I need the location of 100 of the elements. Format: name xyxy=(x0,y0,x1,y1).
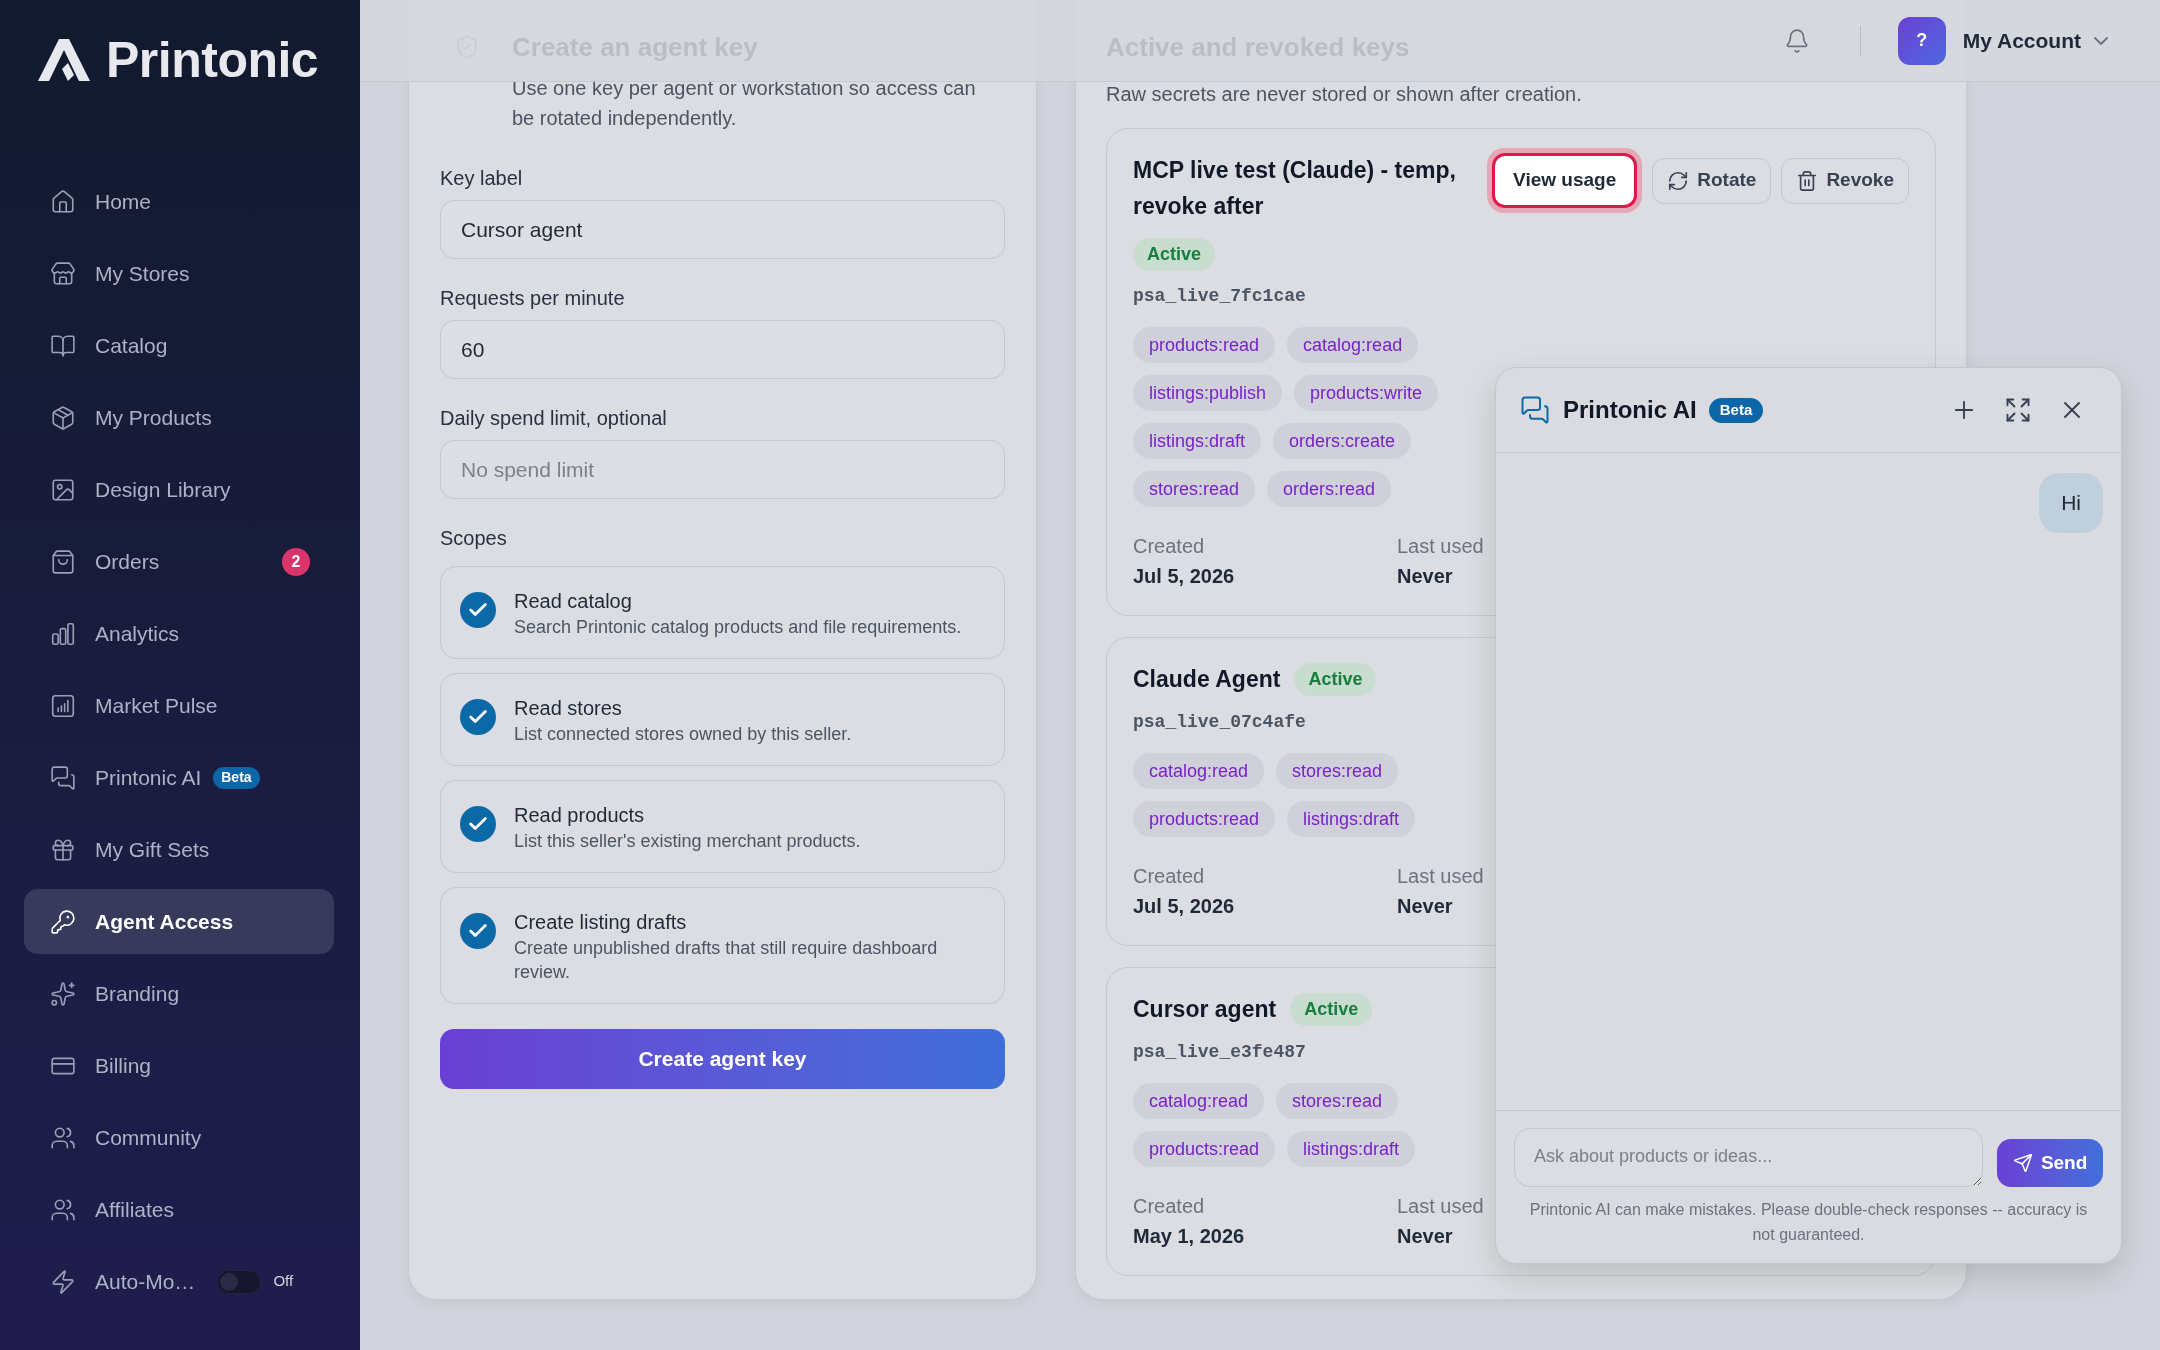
key-prefix: psa_live_07c4afe xyxy=(1133,711,1306,734)
key-prefix: psa_live_7fc1cae xyxy=(1133,285,1306,308)
nav-item[interactable]: Affiliates xyxy=(24,1177,334,1242)
nav-item[interactable]: Agent Access xyxy=(24,889,334,954)
checkbox[interactable] xyxy=(460,699,496,735)
scope-description: List connected stores owned by this seller. xyxy=(514,723,852,746)
refresh-icon xyxy=(1667,169,1690,192)
checkbox[interactable] xyxy=(460,806,496,842)
image-icon xyxy=(50,476,76,503)
field-label: Key label xyxy=(440,166,523,191)
scope-tag: products:read xyxy=(1133,327,1276,363)
status-badge: Active xyxy=(1290,992,1373,1026)
nav-item[interactable]: Branding xyxy=(24,961,334,1026)
create-key-button[interactable]: Create agent key xyxy=(440,1029,1005,1089)
panel-description: Raw secrets are never stored or shown after creation. xyxy=(1106,82,1582,107)
panel-description: Use one key per agent or workstation so access can be rotated independently. xyxy=(512,76,977,131)
scope-tag: orders:create xyxy=(1273,423,1412,459)
scope-tag: listings:draft xyxy=(1287,1131,1416,1167)
text-input[interactable]: No spend limit xyxy=(440,440,1005,499)
last-used-label: Last used xyxy=(1397,1194,1484,1219)
scope-tag: catalog:read xyxy=(1287,327,1419,363)
storefront-icon xyxy=(50,260,76,287)
logo-text: Printonic xyxy=(106,35,319,85)
field-label: Requests per minute xyxy=(440,286,625,311)
avatar: ? xyxy=(1897,16,1946,65)
chart-icon xyxy=(50,692,76,719)
nav-item[interactable]: Orders xyxy=(24,529,282,594)
toggle-switch[interactable] xyxy=(217,1269,262,1294)
people-icon xyxy=(50,1124,76,1151)
scope-tag: products:read xyxy=(1133,1131,1276,1167)
revoke-button[interactable]: Revoke xyxy=(1781,157,1909,204)
checkbox[interactable] xyxy=(460,592,496,628)
count-badge: 2 xyxy=(282,547,310,576)
nav-item[interactable]: Analytics xyxy=(24,601,334,666)
scope-tag: stores:read xyxy=(1276,1083,1399,1119)
scope-tag: products:read xyxy=(1133,801,1276,837)
nav-item[interactable]: My Stores xyxy=(24,241,334,306)
chat-bubbles-icon xyxy=(50,764,76,791)
logo-icon xyxy=(38,39,90,81)
rotate-button[interactable]: Rotate xyxy=(1652,157,1772,204)
nav-item[interactable]: Home xyxy=(24,169,334,234)
view-usage-button[interactable]: View usage xyxy=(1487,148,1643,213)
disclaimer-text: Printonic AI can make mistakes. Please double-check responses -- accuracy is not guaranteed. xyxy=(1528,1200,2089,1245)
chat-title: Printonic AI xyxy=(1563,395,1697,425)
created-label: Created xyxy=(1133,1194,1205,1219)
chat-bubbles-icon xyxy=(1520,395,1550,425)
bar-chart-icon xyxy=(50,620,76,647)
status-badge: Active xyxy=(1294,662,1377,696)
nav-item[interactable]: Design Library xyxy=(24,457,334,522)
scope-tag: catalog:read xyxy=(1133,1083,1265,1119)
status-badge: Active xyxy=(1133,238,1216,271)
key-name: Cursor agent xyxy=(1133,995,1277,1024)
send-icon xyxy=(2012,1153,2033,1173)
chevron-down-icon xyxy=(2094,36,2108,45)
nav-item[interactable]: Auto-Mo… xyxy=(24,1249,196,1314)
scope-tag: stores:read xyxy=(1133,471,1256,507)
last-used-value: Never xyxy=(1397,894,1453,919)
created-label: Created xyxy=(1133,864,1205,889)
key-icon xyxy=(50,908,76,935)
scope-tag: listings:draft xyxy=(1133,423,1262,459)
key-prefix: psa_live_e3fe487 xyxy=(1133,1041,1306,1064)
text-input[interactable]: 60 xyxy=(440,320,1005,379)
created-date: Jul 5, 2026 xyxy=(1133,564,1235,589)
scope-title: Create listing drafts xyxy=(514,910,687,935)
scope-title: Read catalog xyxy=(514,589,632,614)
account-menu-button[interactable]: ? My Account xyxy=(1897,16,2108,65)
shopping-bag-icon xyxy=(50,548,76,575)
nav-item[interactable]: My Products xyxy=(24,385,334,450)
nav-item[interactable]: Community xyxy=(24,1105,334,1170)
nav-item[interactable]: My Gift Sets xyxy=(24,817,334,882)
send-button[interactable]: Send xyxy=(1997,1139,2103,1187)
expand-icon xyxy=(2004,396,2032,424)
scope-description: Search Printonic catalog products and file requirements. xyxy=(514,616,962,639)
last-used-label: Last used xyxy=(1397,534,1484,559)
key-name: Claude Agent xyxy=(1133,665,1281,694)
scope-tag: catalog:read xyxy=(1133,753,1265,789)
scope-title: Read stores xyxy=(514,696,622,721)
beta-badge: Beta xyxy=(1708,397,1764,423)
section-label: Scopes xyxy=(440,526,507,551)
key-name: MCP live test (Claude) - temp, revoke after xyxy=(1133,156,1457,221)
nav-item[interactable]: Printonic AI xyxy=(24,745,202,810)
last-used-value: Never xyxy=(1397,1224,1453,1249)
nav-item[interactable]: Catalog xyxy=(24,313,334,378)
box-icon xyxy=(50,404,76,431)
nav-item[interactable]: Market Pulse xyxy=(24,673,334,738)
message-bubble: Hi xyxy=(2039,473,2103,533)
created-label: Created xyxy=(1133,534,1205,559)
nav-item[interactable]: Billing xyxy=(24,1033,334,1098)
lightning-icon xyxy=(50,1268,76,1295)
beta-badge: Beta xyxy=(213,766,260,789)
scope-tag: listings:draft xyxy=(1287,801,1416,837)
scope-tag: stores:read xyxy=(1276,753,1399,789)
last-used-value: Never xyxy=(1397,564,1453,589)
text-input[interactable]: Cursor agent xyxy=(440,200,1005,259)
sparkles-icon xyxy=(50,980,76,1007)
checkbox[interactable] xyxy=(460,913,496,949)
scope-description: List this seller's existing merchant products. xyxy=(514,830,861,853)
scope-tag: products:write xyxy=(1294,375,1439,411)
message-input[interactable]: Ask about products or ideas... xyxy=(1514,1128,1984,1187)
trash-icon xyxy=(1796,169,1819,192)
